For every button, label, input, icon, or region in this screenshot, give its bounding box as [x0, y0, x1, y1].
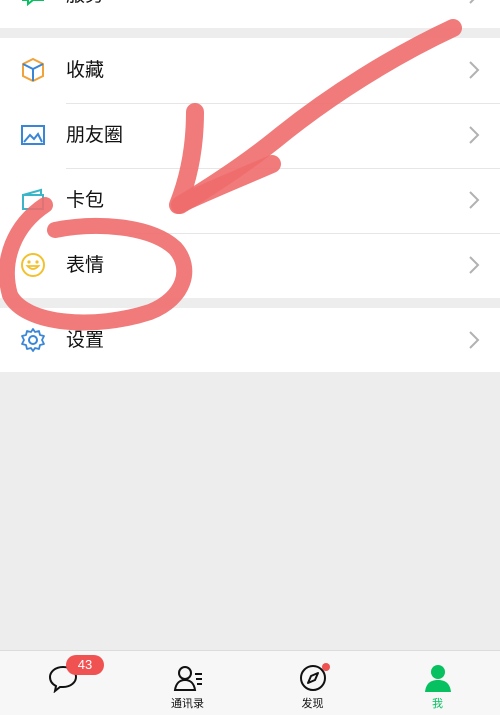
tab-label: 发现 — [301, 697, 324, 710]
menu-item-label: 朋友圈 — [66, 124, 124, 146]
me-person-icon — [425, 665, 451, 692]
moments-image-icon — [21, 125, 45, 145]
chevron-right-icon — [469, 191, 480, 209]
favorites-cube-icon — [22, 57, 44, 83]
tab-me[interactable]: 我 — [375, 651, 500, 715]
menu-item-label: 卡包 — [66, 189, 105, 211]
chevron-right-icon — [469, 61, 480, 79]
card-wallet-icon — [22, 188, 44, 210]
tab-contacts[interactable]: 通讯录 — [125, 651, 250, 715]
menu-group-main: 收藏 朋友圈 卡包 表情 — [0, 38, 500, 298]
service-icon — [22, 0, 44, 7]
chevron-right-icon — [469, 0, 475, 4]
menu-item-stickers[interactable]: 表情 — [0, 233, 500, 298]
emoji-smiley-icon — [21, 253, 45, 277]
menu-item-favorites[interactable]: 收藏 — [0, 38, 500, 103]
chevron-right-icon — [469, 126, 480, 144]
settings-gear-icon — [21, 328, 45, 352]
chevron-right-icon — [469, 331, 480, 349]
contacts-icon — [173, 666, 202, 691]
unread-badge: 43 — [66, 655, 104, 675]
menu-group-settings: 设置 — [0, 308, 500, 372]
tab-discover[interactable]: 发现 — [250, 651, 375, 715]
menu-item-label: 收藏 — [66, 59, 105, 81]
menu-item-card-wallet[interactable]: 卡包 — [0, 168, 500, 233]
tab-chats[interactable]: 43 — [0, 651, 125, 715]
menu-item-label: 设置 — [66, 329, 105, 351]
new-content-dot — [322, 663, 330, 671]
menu-item-label: 表情 — [66, 254, 105, 276]
bottom-tab-bar: 43 通讯录 发现 我 — [0, 650, 500, 715]
menu-item-label: 服务 — [66, 0, 104, 9]
tab-label: 我 — [432, 697, 443, 710]
menu-item-moments[interactable]: 朋友圈 — [0, 103, 500, 168]
menu-item-settings[interactable]: 设置 — [0, 308, 500, 373]
menu-item-service[interactable]: 服务 — [0, 0, 500, 28]
chevron-right-icon — [469, 256, 480, 274]
top-group: 服务 — [0, 0, 500, 28]
tab-label: 通讯录 — [171, 697, 204, 710]
